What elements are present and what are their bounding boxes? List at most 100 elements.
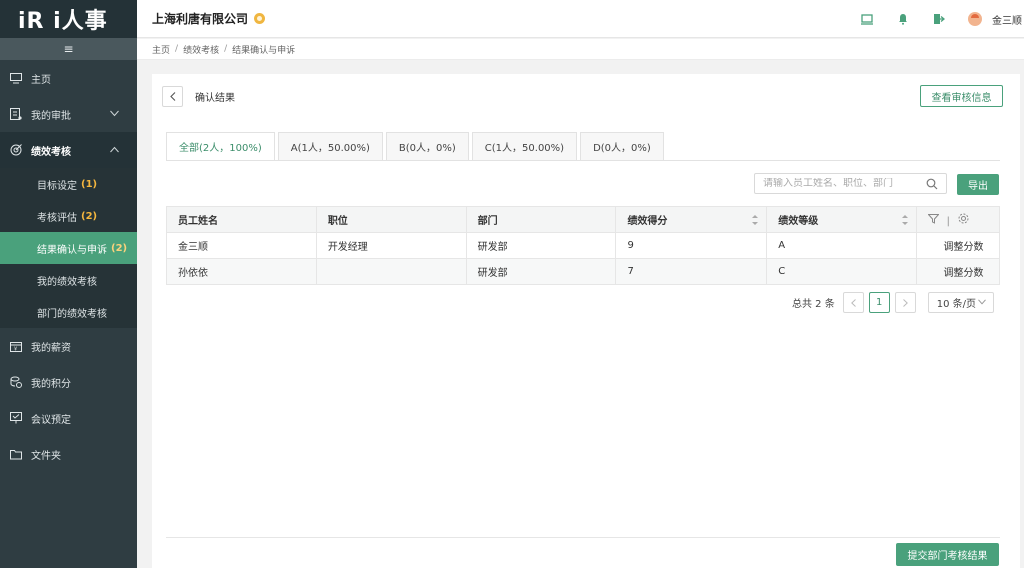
sidebar-item-label: 我的积分 xyxy=(31,378,71,390)
folder-icon xyxy=(9,447,23,461)
tab-all[interactable]: 全部(2人，100%) xyxy=(166,132,275,161)
subitem-count-badge: (1) xyxy=(81,178,98,190)
chevron-up-icon xyxy=(110,145,119,156)
company-name[interactable]: 上海利唐有限公司 xyxy=(152,10,248,27)
app-logo[interactable]: iR i人事 xyxy=(0,0,137,38)
desktop-icon[interactable] xyxy=(860,12,874,26)
menu-icon: ≡ xyxy=(63,42,74,56)
page-size-select[interactable]: 10 条/页 xyxy=(927,292,994,313)
col-header-score[interactable]: 绩效得分 xyxy=(615,206,768,233)
top-header: 上海利唐有限公司 金三顺 xyxy=(137,0,1024,38)
grade-tabs: 全部(2人，100%) A(1人，50.00%) B(0人，0%) C(1人，5… xyxy=(166,132,667,161)
pagination-total: 总共 2 条 xyxy=(792,299,835,310)
table-row: 孙依依 研发部 7 C 调整分数 xyxy=(166,258,1000,285)
meeting-icon xyxy=(9,411,23,425)
prev-page-button[interactable] xyxy=(842,292,864,313)
breadcrumb-home[interactable]: 主页 xyxy=(152,43,170,56)
subitem-label: 部门的绩效考核 xyxy=(37,308,107,320)
search-icon[interactable] xyxy=(926,178,938,190)
chevron-down-icon xyxy=(977,297,986,308)
user-menu[interactable]: 金三顺 xyxy=(968,12,1022,27)
tab-grade-c[interactable]: C(1人，50.00%) xyxy=(471,132,578,161)
next-page-button[interactable] xyxy=(894,292,916,313)
cell-name: 孙依依 xyxy=(166,258,317,285)
footer-divider xyxy=(166,537,1000,538)
filter-icon[interactable] xyxy=(927,213,942,227)
breadcrumb-separator: / xyxy=(175,44,179,54)
cell-score: 9 xyxy=(615,232,768,259)
tab-grade-a[interactable]: A(1人，50.00%) xyxy=(277,132,383,161)
result-panel: 确认结果 查看审核信息 全部(2人，100%) A(1人，50.00%) B(0… xyxy=(152,74,1020,568)
chevron-down-icon xyxy=(110,109,119,120)
avatar xyxy=(968,12,982,26)
bell-icon[interactable] xyxy=(896,12,910,26)
sidebar-subitem-evaluation[interactable]: 考核评估 (2) xyxy=(0,200,137,232)
breadcrumb-performance[interactable]: 绩效考核 xyxy=(183,43,219,56)
sidebar-item-label: 文件夹 xyxy=(31,450,61,462)
results-table: 员工姓名 职位 部门 绩效得分 绩效等级 | 金三顺 开发经理 研发部 9 A … xyxy=(166,206,1000,285)
sidebar-collapse-toggle[interactable]: ≡ xyxy=(0,38,137,60)
tab-grade-b[interactable]: B(0人，0%) xyxy=(385,132,469,161)
sidebar-subitem-result-confirmation[interactable]: 结果确认与申诉 (2) xyxy=(0,232,137,264)
svg-text:¥: ¥ xyxy=(14,346,17,352)
page-number-button[interactable]: 1 xyxy=(868,292,890,313)
sidebar-subitem-goal-setting[interactable]: 目标设定 (1) xyxy=(0,168,137,200)
breadcrumb: 主页 / 绩效考核 / 结果确认与申诉 xyxy=(137,39,1024,60)
sidebar-item-label: 我的薪资 xyxy=(31,342,71,354)
cell-score: 7 xyxy=(615,258,768,285)
view-audit-info-button[interactable]: 查看审核信息 xyxy=(920,85,1003,107)
sidebar-item-label: 主页 xyxy=(31,74,51,86)
breadcrumb-separator: / xyxy=(224,44,228,54)
pagination: 总共 2 条 1 10 条/页 xyxy=(792,292,994,313)
submit-dept-results-button[interactable]: 提交部门考核结果 xyxy=(896,543,999,566)
cell-position: 开发经理 xyxy=(315,232,467,259)
sidebar-subitem-my-performance[interactable]: 我的绩效考核 xyxy=(0,264,137,296)
cell-position xyxy=(315,258,467,285)
adjust-score-link[interactable]: 调整分数 xyxy=(916,258,1000,285)
sidebar-subitem-dept-performance[interactable]: 部门的绩效考核 xyxy=(0,296,137,328)
cell-grade: C xyxy=(766,258,918,285)
cell-department: 研发部 xyxy=(465,232,617,259)
sidebar-item-meeting[interactable]: 会议预定 xyxy=(0,400,137,436)
search-input[interactable] xyxy=(763,178,923,189)
page-title: 确认结果 xyxy=(195,92,235,104)
logout-icon[interactable] xyxy=(932,12,946,26)
cell-grade: A xyxy=(766,232,918,259)
sort-icon[interactable] xyxy=(902,215,909,225)
settings-icon[interactable] xyxy=(958,213,969,227)
subitem-label: 我的绩效考核 xyxy=(37,276,97,288)
sidebar-item-home[interactable]: 主页 xyxy=(0,60,137,96)
chevron-left-icon xyxy=(850,298,856,307)
cell-department: 研发部 xyxy=(465,258,617,285)
header-actions: 金三顺 xyxy=(860,0,1024,38)
adjust-score-link[interactable]: 调整分数 xyxy=(916,232,1000,259)
logo-text: iR i人事 xyxy=(18,9,108,34)
sidebar-item-points[interactable]: 我的积分 xyxy=(0,364,137,400)
cell-name: 金三顺 xyxy=(166,232,317,259)
approval-icon xyxy=(9,107,23,121)
sort-icon[interactable] xyxy=(752,215,759,225)
panel-header: 确认结果 查看审核信息 xyxy=(152,74,1020,118)
export-button[interactable]: 导出 xyxy=(957,174,999,195)
breadcrumb-current: 结果确认与申诉 xyxy=(232,45,296,56)
back-button[interactable] xyxy=(162,85,183,107)
sidebar-item-folder[interactable]: 文件夹 xyxy=(0,436,137,472)
subitem-count-badge: (2) xyxy=(81,210,98,222)
search-box xyxy=(754,173,947,194)
sidebar-item-salary[interactable]: ¥ 我的薪资 xyxy=(0,328,137,364)
col-header-department: 部门 xyxy=(465,206,617,233)
target-icon xyxy=(9,143,23,157)
tab-grade-d[interactable]: D(0人，0%) xyxy=(580,132,664,161)
subitem-label: 结果确认与申诉 xyxy=(37,244,107,256)
sidebar: iR i人事 ≡ 主页 我的审批 绩效考核 目标设定 (1) 考核评估 (2) … xyxy=(0,0,137,568)
company-badge-icon xyxy=(254,13,266,24)
col-header-grade[interactable]: 绩效等级 xyxy=(766,206,918,233)
col-header-actions: | xyxy=(916,206,1000,233)
sidebar-item-performance[interactable]: 绩效考核 xyxy=(0,132,137,168)
col-header-position: 职位 xyxy=(315,206,467,233)
subitem-label: 考核评估 xyxy=(37,212,77,224)
tab-divider xyxy=(166,160,1000,161)
sidebar-item-approvals[interactable]: 我的审批 xyxy=(0,96,137,132)
sidebar-item-label: 绩效考核 xyxy=(31,146,71,158)
col-header-grade-label: 绩效等级 xyxy=(778,216,819,227)
